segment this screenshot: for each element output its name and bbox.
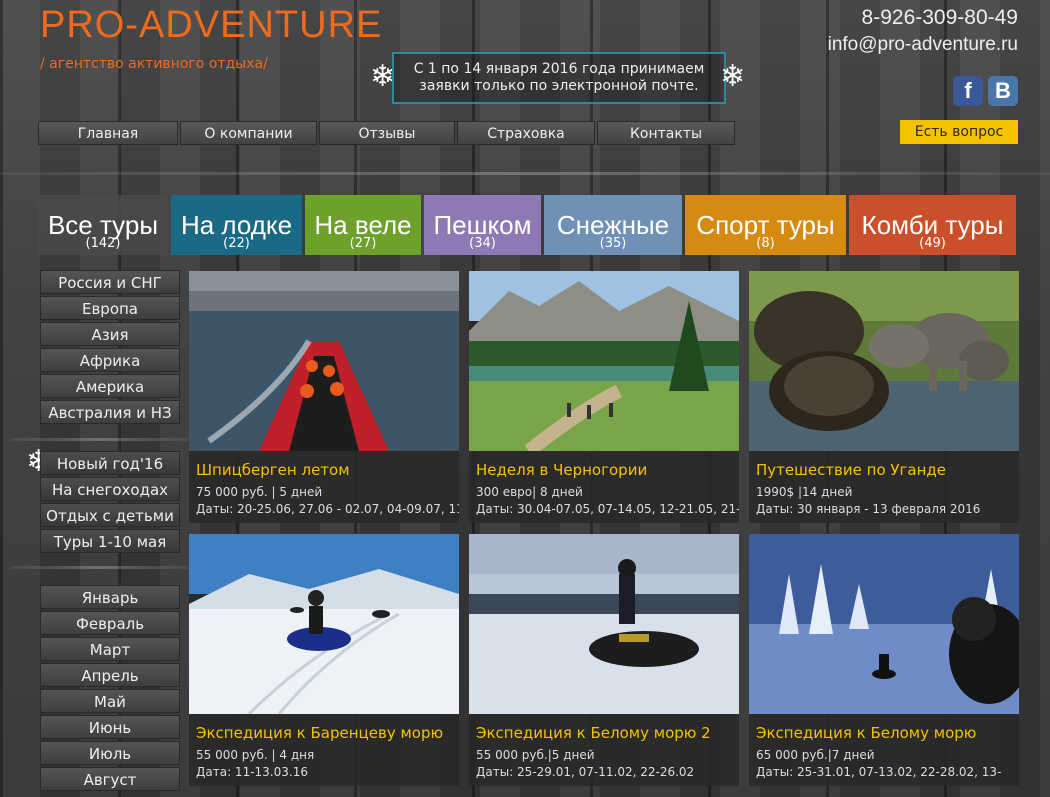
tour-price: 300 евро| 8 дней: [476, 485, 583, 499]
tour-dates: Даты: 20-25.06, 27.06 - 02.07, 04-09.07,…: [196, 502, 459, 516]
tour-title[interactable]: Экспедиция к Белому морю: [749, 714, 1019, 742]
nav-item-home[interactable]: Главная: [38, 121, 178, 145]
tour-dates: Даты: 25-29.01, 07-11.02, 22-26.02: [476, 765, 695, 779]
tour-price: 65 000 руб.|7 дней: [756, 748, 875, 762]
special-menu: Новый год'16 На снегоходах Отдых с детьм…: [40, 451, 180, 555]
tour-price: 55 000 руб.|5 дней: [476, 748, 595, 762]
tour-card[interactable]: Шпицберген летом 75 000 руб. | 5 дней Да…: [189, 271, 459, 523]
tour-title[interactable]: Неделя в Черногории: [469, 451, 739, 479]
tagline: / агентство активного отдыха/: [40, 56, 268, 72]
month-august[interactable]: Август: [40, 767, 180, 791]
month-june[interactable]: Июнь: [40, 715, 180, 739]
month-menu: Январь Февраль Март Апрель Май Июнь Июль…: [40, 585, 180, 793]
tour-card[interactable]: Экспедиция к Белому морю 65 000 руб.|7 д…: [749, 534, 1019, 786]
tour-price: 1990$ |14 дней: [756, 485, 853, 499]
nav-item-about[interactable]: О компании: [180, 121, 317, 145]
tour-photo[interactable]: [749, 534, 1019, 714]
tour-photo[interactable]: [469, 271, 739, 451]
vk-icon[interactable]: B: [988, 76, 1018, 106]
tour-price: 75 000 руб. | 5 дней: [196, 485, 323, 499]
category-boat[interactable]: На лодке (22): [171, 195, 302, 255]
region-menu: Россия и СНГ Европа Азия Африка Америка …: [40, 270, 180, 426]
month-may[interactable]: Май: [40, 689, 180, 713]
region-africa[interactable]: Африка: [40, 348, 180, 372]
month-april[interactable]: Апрель: [40, 663, 180, 687]
tour-title[interactable]: Экспедиция к Белому морю 2: [469, 714, 739, 742]
tour-card[interactable]: Экспедиция к Белому морю 2 55 000 руб.|5…: [469, 534, 739, 786]
tour-photo[interactable]: [469, 534, 739, 714]
category-tabs: Все туры (142) На лодке (22) На веле (27…: [38, 195, 1016, 255]
special-may-tours[interactable]: Туры 1-10 мая: [40, 529, 180, 553]
category-all[interactable]: Все туры (142): [38, 195, 168, 255]
tour-dates: Даты: 25-31.01, 07-13.02, 22-28.02, 13-: [756, 765, 1002, 779]
nav-item-insurance[interactable]: Страховка: [457, 121, 595, 145]
divider: [10, 566, 190, 569]
category-sport[interactable]: Спорт туры (8): [685, 195, 846, 255]
month-february[interactable]: Февраль: [40, 611, 180, 635]
category-bike[interactable]: На веле (27): [305, 195, 421, 255]
site-logo[interactable]: PRO-ADVENTURE: [40, 4, 382, 47]
tour-title[interactable]: Путешествие по Уганде: [749, 451, 1019, 479]
month-january[interactable]: Январь: [40, 585, 180, 609]
tour-dates: Дата: 11-13.03.16: [196, 765, 308, 779]
region-australia[interactable]: Австралия и НЗ: [40, 400, 180, 424]
divider: [10, 438, 190, 441]
tour-photo[interactable]: [749, 271, 1019, 451]
region-asia[interactable]: Азия: [40, 322, 180, 346]
tour-dates: Даты: 30 января - 13 февраля 2016: [756, 502, 981, 516]
region-america[interactable]: Америка: [40, 374, 180, 398]
category-hiking[interactable]: Пешком (34): [424, 195, 541, 255]
special-kids[interactable]: Отдых с детьми: [40, 503, 180, 527]
region-europe[interactable]: Европа: [40, 296, 180, 320]
main-nav: Главная О компании Отзывы Страховка Конт…: [38, 121, 737, 147]
email-link[interactable]: info@pro-adventure.ru: [828, 34, 1018, 56]
tour-price: 55 000 руб. | 4 дня: [196, 748, 315, 762]
category-snow[interactable]: Снежные (35): [544, 195, 682, 255]
phone-number[interactable]: 8-926-309-80-49: [862, 6, 1018, 30]
tour-card[interactable]: Путешествие по Уганде 1990$ |14 дней Дат…: [749, 271, 1019, 523]
region-russia[interactable]: Россия и СНГ: [40, 270, 180, 294]
special-snowmobiles[interactable]: На снегоходах: [40, 477, 180, 501]
month-march[interactable]: Март: [40, 637, 180, 661]
tour-card[interactable]: Неделя в Черногории 300 евро| 8 дней Дат…: [469, 271, 739, 523]
nav-item-reviews[interactable]: Отзывы: [319, 121, 455, 145]
category-combo[interactable]: Комби туры (49): [849, 195, 1016, 255]
month-july[interactable]: Июль: [40, 741, 180, 765]
tour-title[interactable]: Экспедиция к Баренцеву морю: [189, 714, 459, 742]
tour-title[interactable]: Шпицберген летом: [189, 451, 459, 479]
facebook-icon[interactable]: f: [953, 76, 983, 106]
tour-dates: Даты: 30.04-07.05, 07-14.05, 12-21.05, 2…: [476, 502, 739, 516]
tour-card[interactable]: Экспедиция к Баренцеву морю 55 000 руб. …: [189, 534, 459, 786]
special-new-year[interactable]: Новый год'16: [40, 451, 180, 475]
ask-question-button[interactable]: Есть вопрос: [900, 120, 1018, 144]
nav-item-contacts[interactable]: Контакты: [597, 121, 735, 145]
notice-banner: С 1 по 14 января 2016 года принимаем зая…: [392, 52, 726, 104]
divider: [0, 172, 1050, 175]
tour-photo[interactable]: [189, 534, 459, 714]
snowflake-icon: ❄: [720, 59, 746, 94]
tour-photo[interactable]: [189, 271, 459, 451]
